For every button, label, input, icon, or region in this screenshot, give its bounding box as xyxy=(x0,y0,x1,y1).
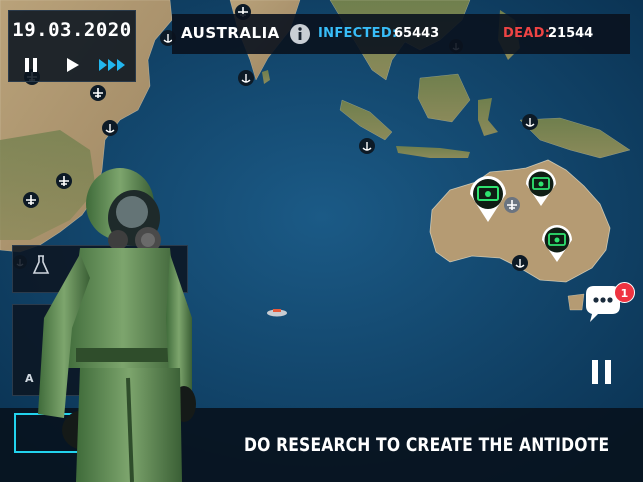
dead-label: DEAD: xyxy=(503,26,551,41)
anchor-icon[interactable] xyxy=(522,114,538,130)
dead-count: 21544 xyxy=(548,26,594,41)
anchor-icon[interactable] xyxy=(359,138,375,154)
plane-icon[interactable] xyxy=(90,85,106,101)
play-icon[interactable] xyxy=(63,55,81,77)
info-icon[interactable] xyxy=(289,23,311,45)
date-panel: 19.03.2020 xyxy=(8,10,136,82)
plane-icon[interactable] xyxy=(504,197,520,213)
instruction-text: DO RESEARCH TO CREATE THE ANTIDOTE xyxy=(244,434,610,456)
notification-badge: 1 xyxy=(614,282,635,303)
infected-count: 65443 xyxy=(394,26,440,41)
pause-icon[interactable] xyxy=(23,55,39,77)
tasmania xyxy=(567,293,585,311)
hazmat-soldier-illustration xyxy=(38,168,196,482)
fast-forward-icon[interactable] xyxy=(97,55,129,77)
selected-country[interactable]: AUSTRALIA xyxy=(181,24,280,42)
infected-label: INFECTED: xyxy=(318,26,398,41)
game-date: 19.03.2020 xyxy=(12,19,132,41)
anchor-icon[interactable] xyxy=(102,120,118,136)
anchor-icon[interactable] xyxy=(512,255,528,271)
pause-button[interactable] xyxy=(589,358,615,386)
stats-bar: AUSTRALIA INFECTED: 65443 DEAD: 21544 xyxy=(172,14,630,54)
anchor-icon[interactable] xyxy=(238,70,254,86)
